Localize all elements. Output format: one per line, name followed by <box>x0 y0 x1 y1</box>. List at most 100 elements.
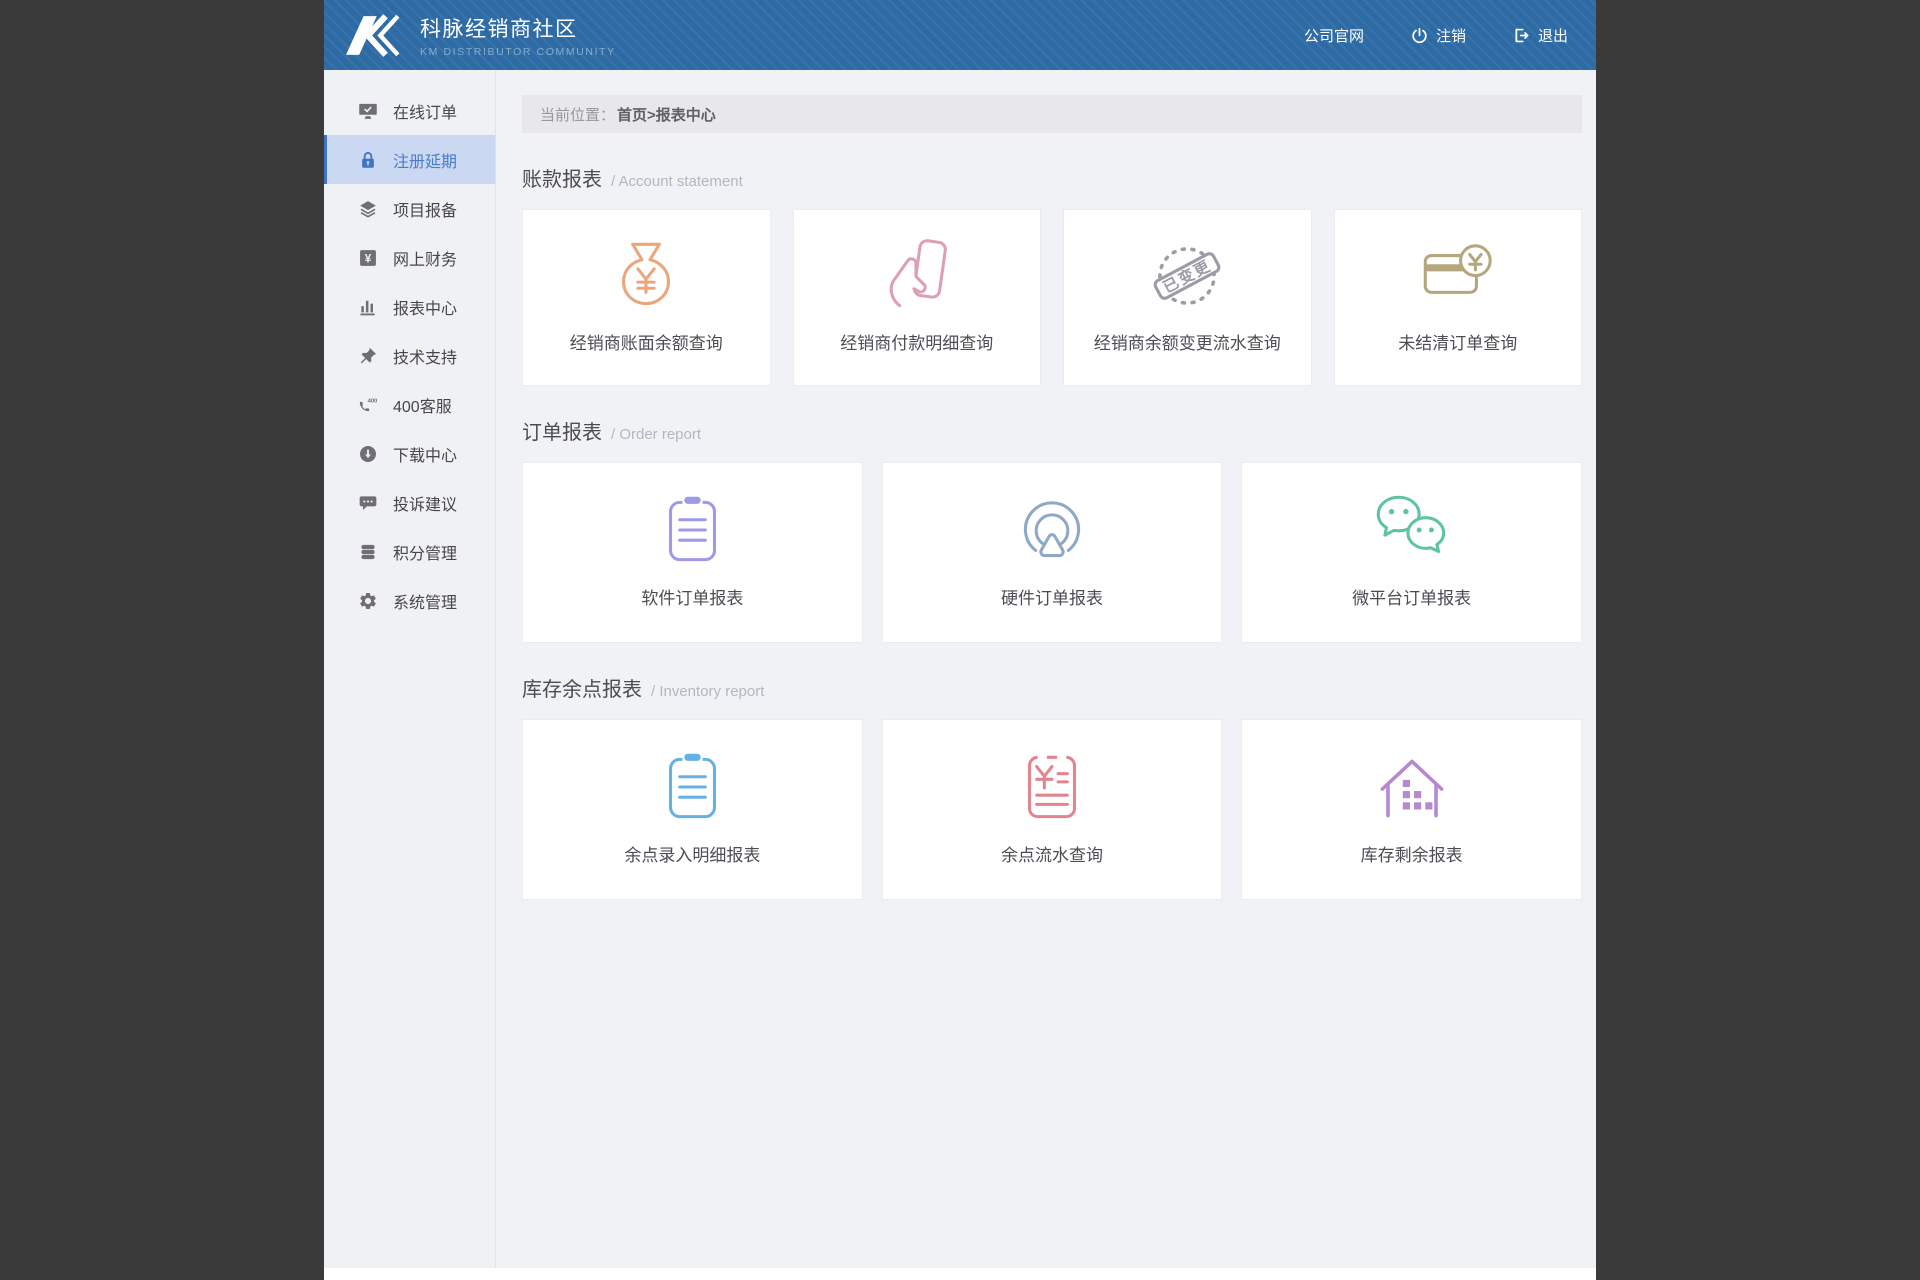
sidebar-item-9[interactable]: 积分管理 <box>324 527 495 576</box>
app-title: 科脉经销商社区 <box>420 17 578 41</box>
lock-icon <box>358 150 378 170</box>
main-content: 当前位置： 首页>报表中心 账款报表 / Account statement 经销商… <box>496 70 1596 1268</box>
warehouse-icon <box>1366 742 1458 834</box>
header-link-1[interactable]: 注销 <box>1410 25 1466 46</box>
sidebar-item-1[interactable]: 注册延期 <box>324 135 495 184</box>
report-section-0: 账款报表 / Account statement 经销商账面余额查询 经销商付款明细查… <box>522 163 1582 386</box>
clipboard-icon <box>646 485 738 577</box>
report-card-label: 软件订单报表 <box>641 589 744 608</box>
yuan-square-icon: ¥ <box>358 248 378 268</box>
section-subtitle: / Order report <box>611 426 702 443</box>
changed-stamp-icon: 已变更 <box>1141 230 1233 322</box>
section-title: 账款报表 <box>522 169 602 191</box>
sidebar-item-label: 积分管理 <box>393 545 458 563</box>
radar-click-icon <box>1006 485 1098 577</box>
report-card-label: 经销商账面余额查询 <box>569 334 723 353</box>
feedback-icon <box>358 493 378 513</box>
report-card[interactable]: 余点录入明细报表 <box>522 719 863 900</box>
clipboard-icon <box>646 742 738 834</box>
header-link-2[interactable]: 退出 <box>1512 25 1568 46</box>
card-row: 余点录入明细报表 余点流水查询 库存剩余报表 <box>522 719 1583 900</box>
report-section-2: 库存余点报表 / Inventory report 余点录入明细报表 余点流水查询 库存… <box>522 673 1583 900</box>
sidebar-item-5[interactable]: 技术支持 <box>324 331 495 380</box>
report-card-label: 库存剩余报表 <box>1360 846 1463 865</box>
sidebar-item-label: 项目报备 <box>393 202 458 220</box>
svg-text:400: 400 <box>368 398 378 404</box>
logout-icon <box>1512 26 1531 45</box>
report-card[interactable]: 软件订单报表 <box>522 462 863 643</box>
bar-chart-icon <box>358 297 378 317</box>
breadcrumb-path: 首页>报表中心 <box>617 106 716 124</box>
header-link-0[interactable]: 公司官网 <box>1304 25 1364 46</box>
km-logo-icon <box>346 13 404 57</box>
sidebar-item-0[interactable]: 在线订单 <box>324 86 495 135</box>
breadcrumb-prefix: 当前位置： <box>540 106 616 124</box>
report-card-label: 余点录入明细报表 <box>624 846 761 865</box>
report-card[interactable]: 未结清订单查询 <box>1333 209 1582 386</box>
svg-text:已变更: 已变更 <box>1160 256 1214 296</box>
money-bag-icon <box>600 230 692 322</box>
header-link-label: 注销 <box>1435 27 1466 45</box>
sidebar-item-7[interactable]: 下载中心 <box>324 429 495 478</box>
sidebar-item-4[interactable]: 报表中心 <box>324 282 495 331</box>
sidebar-item-3[interactable]: ¥ 网上财务 <box>324 233 495 282</box>
card-row: 经销商账面余额查询 经销商付款明细查询 已变更 经销商余额变更流水查询 未结清订单查询 <box>522 209 1582 386</box>
sidebar-item-label: 下载中心 <box>393 447 458 465</box>
page-bottom-strip <box>324 1268 1596 1280</box>
svg-text:¥: ¥ <box>365 252 372 265</box>
report-section-1: 订单报表 / Order report 软件订单报表 硬件订单报表 微平台订单报表 <box>522 416 1583 643</box>
card-coin-icon <box>1412 230 1504 322</box>
layers-icon <box>358 199 378 219</box>
sidebar-item-10[interactable]: 系统管理 <box>324 576 495 625</box>
report-card-label: 硬件订单报表 <box>1001 589 1103 608</box>
report-card[interactable]: 经销商账面余额查询 <box>522 209 771 386</box>
header-links: 公司官网 注销 退出 <box>1304 25 1568 46</box>
header-link-label: 退出 <box>1537 27 1568 45</box>
power-icon <box>1410 26 1429 45</box>
sidebar-item-8[interactable]: 投诉建议 <box>324 478 495 527</box>
hand-card-icon <box>871 230 963 322</box>
sidebar-item-label: 在线订单 <box>393 104 458 122</box>
yuan-doc-icon <box>1006 742 1098 834</box>
report-sections: 账款报表 / Account statement 经销商账面余额查询 经销商付款明细查… <box>522 163 1583 900</box>
report-card[interactable]: 经销商付款明细查询 <box>792 209 1041 386</box>
coins-icon <box>358 542 378 562</box>
header-link-label: 公司官网 <box>1303 27 1364 45</box>
sidebar-item-label: 网上财务 <box>393 251 458 269</box>
report-card-label: 经销商余额变更流水查询 <box>1093 334 1281 353</box>
pushpin-icon <box>358 346 378 366</box>
sidebar-item-6[interactable]: 400 400客服 <box>324 380 495 429</box>
phone-400-icon: 400 <box>358 395 378 415</box>
sidebar-item-label: 注册延期 <box>393 153 458 171</box>
download-icon <box>358 444 378 464</box>
app-subtitle: KM DISTRIBUTOR COMMUNITY <box>420 45 616 58</box>
card-row: 软件订单报表 硬件订单报表 微平台订单报表 <box>522 462 1583 643</box>
report-card-label: 未结清订单查询 <box>1398 334 1518 353</box>
gear-icon <box>358 591 378 611</box>
section-title: 库存余点报表 <box>522 679 642 701</box>
page-body: 在线订单注册延期项目报备 ¥ 网上财务报表中心技术支持 400 400客服下载中心投诉建… <box>324 70 1596 1268</box>
section-subtitle: / Account statement <box>611 173 743 190</box>
wechat-icon <box>1366 485 1458 577</box>
report-card[interactable]: 微平台订单报表 <box>1241 462 1583 643</box>
report-card-label: 经销商付款明细查询 <box>840 334 994 353</box>
app-logo: 科脉经销商社区 KM DISTRIBUTOR COMMUNITY <box>346 13 616 58</box>
app-header: 科脉经销商社区 KM DISTRIBUTOR COMMUNITY 公司官网 注销 退… <box>324 0 1596 70</box>
sidebar-nav: 在线订单注册延期项目报备 ¥ 网上财务报表中心技术支持 400 400客服下载中心投诉建… <box>324 70 496 1268</box>
sidebar-item-label: 投诉建议 <box>393 496 458 514</box>
report-card[interactable]: 库存剩余报表 <box>1241 719 1583 900</box>
report-card-label: 微平台订单报表 <box>1352 589 1472 608</box>
report-card[interactable]: 余点流水查询 <box>881 719 1223 900</box>
sidebar-item-label: 系统管理 <box>393 594 458 612</box>
sidebar-item-label: 400客服 <box>393 398 452 416</box>
section-subtitle: / Inventory report <box>651 683 765 700</box>
report-card-label: 余点流水查询 <box>1001 846 1103 865</box>
report-card[interactable]: 已变更经销商余额变更流水查询 <box>1063 209 1312 386</box>
sidebar-item-2[interactable]: 项目报备 <box>324 184 495 233</box>
report-card[interactable]: 硬件订单报表 <box>881 462 1223 643</box>
breadcrumb: 当前位置： 首页>报表中心 <box>522 95 1582 133</box>
sidebar-item-label: 技术支持 <box>393 349 458 367</box>
section-title: 订单报表 <box>522 422 602 444</box>
sidebar-item-label: 报表中心 <box>393 300 458 318</box>
app-window: 科脉经销商社区 KM DISTRIBUTOR COMMUNITY 公司官网 注销 退… <box>324 0 1596 1280</box>
